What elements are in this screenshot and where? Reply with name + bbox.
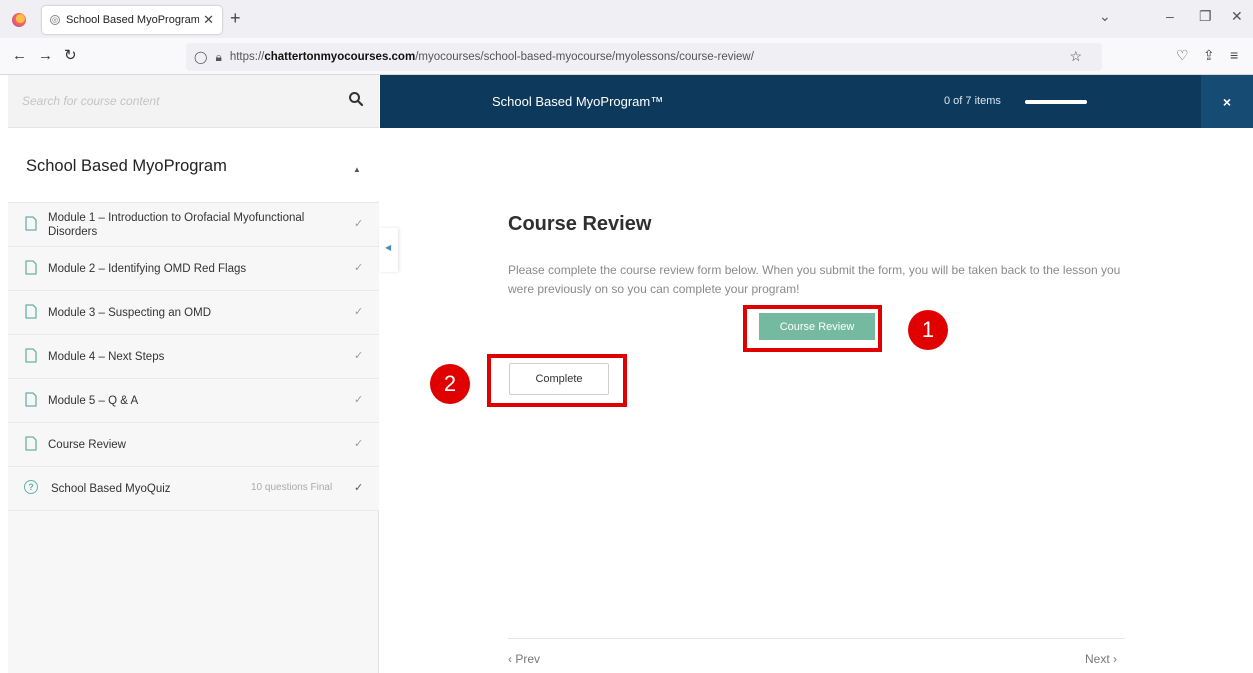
check-icon: ✓ xyxy=(354,350,364,362)
tab-title: School Based MyoProgram™ — xyxy=(66,14,200,26)
check-icon: ✓ xyxy=(354,306,364,318)
browser-tab-bar: ◎ School Based MyoProgram™ — ✕ + ⌄ – ❐ ✕ xyxy=(0,0,1253,38)
lesson-label: Module 5 – Q & A xyxy=(48,395,139,407)
page-favicon-icon: ◎ xyxy=(50,15,60,25)
url-bar[interactable]: ◯ 🔒︎ https://chattertonmyocourses.com/my… xyxy=(186,43,1102,71)
lesson-label: Module 2 – Identifying OMD Red Flags xyxy=(48,263,247,275)
header-course-title: School Based MyoProgram™ xyxy=(492,94,664,109)
search-icon[interactable] xyxy=(348,91,364,107)
url-host: chattertonmyocourses.com xyxy=(264,51,416,63)
document-icon xyxy=(25,392,37,407)
url-prefix: https:// xyxy=(229,51,265,63)
menu-icon[interactable]: ≡ xyxy=(1230,47,1238,63)
window-close-icon[interactable]: ✕ xyxy=(1231,8,1243,25)
tab-list-chevron-icon[interactable]: ⌄ xyxy=(1099,8,1111,25)
course-section-header[interactable]: School Based MyoProgram ▲ xyxy=(8,128,379,203)
lesson-description: Please complete the course review form b… xyxy=(508,263,1121,296)
forward-icon[interactable]: → xyxy=(38,47,53,65)
check-icon: ✓ xyxy=(354,482,364,494)
check-icon: ✓ xyxy=(354,394,364,406)
lesson-label: Module 4 – Next Steps xyxy=(48,351,165,363)
check-icon: ✓ xyxy=(354,218,364,230)
next-link[interactable]: Next › xyxy=(1085,652,1117,666)
lesson-item[interactable]: Module 3 – Suspecting an OMD ✓ xyxy=(8,291,379,335)
back-icon[interactable]: ← xyxy=(12,47,27,65)
check-icon: ✓ xyxy=(354,262,364,274)
annotation-box-1 xyxy=(743,305,882,352)
close-course-button[interactable]: × xyxy=(1201,75,1253,128)
lesson-item[interactable]: Course Review ✓ xyxy=(8,423,379,467)
sidebar-search xyxy=(8,75,379,128)
quiz-item[interactable]: ? School Based MyoQuiz 10 questions Fina… xyxy=(8,467,379,511)
course-title: School Based MyoProgram xyxy=(26,157,227,175)
caret-up-icon[interactable]: ▲ xyxy=(353,165,361,174)
search-input[interactable] xyxy=(22,91,322,111)
annotation-badge-1: 1 xyxy=(908,310,948,350)
lesson-label: Module 1 – Introduction to Orofacial Myo… xyxy=(48,212,305,238)
document-icon xyxy=(25,304,37,319)
lesson-item[interactable]: Module 4 – Next Steps ✓ xyxy=(8,335,379,379)
check-icon: ✓ xyxy=(354,438,364,450)
firefox-icon[interactable] xyxy=(12,13,26,27)
progress-bar xyxy=(1025,100,1087,104)
restore-icon[interactable]: ❐ xyxy=(1199,8,1212,25)
lock-icon[interactable]: 🔒︎ xyxy=(215,50,221,65)
document-icon xyxy=(25,260,37,275)
browser-tab[interactable]: ◎ School Based MyoProgram™ — ✕ xyxy=(42,6,222,34)
shield-icon[interactable]: ◯ xyxy=(194,50,207,64)
lesson-item[interactable]: Module 1 – Introduction to Orofacial Myo… xyxy=(8,203,379,247)
extensions-icon[interactable]: ⇪ xyxy=(1203,47,1215,64)
quiz-meta: 10 questions Final xyxy=(251,482,333,493)
course-header-bar: School Based MyoProgram™ 0 of 7 items × xyxy=(380,75,1253,128)
new-tab-button[interactable]: + xyxy=(230,9,241,27)
browser-nav-bar: ← → ↻ ◯ 🔒︎ https://chattertonmyocourses.… xyxy=(0,38,1253,75)
url-path: /myocourses/school-based-myocourse/myole… xyxy=(415,51,754,63)
lesson-item[interactable]: Module 5 – Q & A ✓ xyxy=(8,379,379,423)
minimize-icon[interactable]: – xyxy=(1166,8,1174,24)
sidebar-collapse-toggle[interactable]: ◀ xyxy=(379,228,398,272)
reload-icon[interactable]: ↻ xyxy=(64,47,77,65)
lesson-item[interactable]: Module 2 – Identifying OMD Red Flags ✓ xyxy=(8,247,379,291)
lesson-label: Course Review xyxy=(48,439,126,451)
caret-left-icon: ◀ xyxy=(385,243,392,252)
pocket-icon[interactable]: ♡ xyxy=(1176,47,1189,64)
annotation-box-2 xyxy=(487,354,627,407)
footer-divider xyxy=(508,638,1125,639)
progress-bar-fill xyxy=(1025,100,1087,104)
course-sidebar: School Based MyoProgram ▲ Module 1 – Int… xyxy=(8,75,379,673)
document-icon xyxy=(25,216,37,231)
bookmark-star-icon[interactable]: ☆ xyxy=(1069,48,1082,65)
annotation-badge-2: 2 xyxy=(430,364,470,404)
page-title: Course Review xyxy=(508,213,652,235)
tab-close-icon[interactable]: ✕ xyxy=(203,12,214,28)
lesson-label: Module 3 – Suspecting an OMD xyxy=(48,307,212,319)
document-icon xyxy=(25,348,37,363)
progress-text: 0 of 7 items xyxy=(944,95,1001,107)
document-icon xyxy=(25,436,37,451)
lesson-list: Module 1 – Introduction to Orofacial Myo… xyxy=(8,203,379,511)
question-icon: ? xyxy=(24,480,38,494)
prev-link[interactable]: ‹ Prev xyxy=(508,652,540,666)
